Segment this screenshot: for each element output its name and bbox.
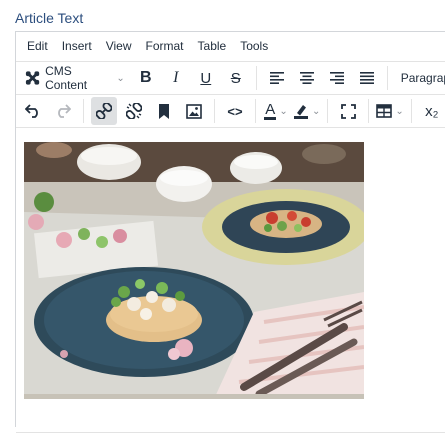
toolbar-separator <box>255 99 256 123</box>
chevron-down-icon: ⌄ <box>116 72 125 84</box>
highlight-color-button[interactable]: ⌄ <box>293 97 320 125</box>
highlighter-icon <box>294 105 308 119</box>
font-color-icon: A <box>264 100 277 120</box>
menubar: Edit Insert View Format Table Tools <box>16 32 445 62</box>
menu-view[interactable]: View <box>99 32 139 61</box>
table-button[interactable]: ⌄ <box>376 97 404 125</box>
cms-content-label: CMS Content <box>45 64 88 92</box>
align-justify-icon <box>359 72 374 84</box>
undo-icon <box>25 104 38 118</box>
redo-icon <box>58 104 71 118</box>
strikethrough-icon: S <box>230 69 241 87</box>
italic-icon: I <box>173 69 179 86</box>
menu-tools[interactable]: Tools <box>233 32 275 61</box>
menu-format[interactable]: Format <box>139 32 191 61</box>
joomla-icon <box>25 71 40 85</box>
underline-button[interactable]: U <box>193 64 219 92</box>
fullscreen-button[interactable] <box>335 97 361 125</box>
cms-content-button[interactable]: CMS Content ⌄ <box>20 64 129 92</box>
table-icon <box>376 104 393 118</box>
undo-button[interactable] <box>20 97 46 125</box>
block-format-label: Paragraph <box>400 71 445 85</box>
toolbar-separator <box>214 99 215 123</box>
menu-table[interactable]: Table <box>191 32 234 61</box>
toolbar-primary: CMS Content ⌄ B I U S Paragraph <box>16 62 445 95</box>
editor-content-image[interactable] <box>24 142 364 399</box>
align-justify-button[interactable] <box>354 64 380 92</box>
subscript-button[interactable]: x₂ <box>419 97 445 125</box>
image-icon <box>186 103 202 119</box>
chevron-down-icon: ⌄ <box>312 105 321 117</box>
toolbar-separator <box>83 99 84 123</box>
toolbar-separator <box>368 99 370 123</box>
chevron-down-icon: ⌄ <box>395 105 404 117</box>
bold-icon: B <box>140 69 152 86</box>
align-right-icon <box>329 72 344 84</box>
field-label: Article Text <box>15 10 84 26</box>
strikethrough-button[interactable]: S <box>223 64 249 92</box>
align-left-button[interactable] <box>264 64 290 92</box>
toolbar-separator <box>255 66 257 90</box>
code-icon: <> <box>227 103 243 119</box>
fullscreen-icon <box>340 103 356 119</box>
toolbar-separator <box>410 99 412 123</box>
subscript-icon: x₂ <box>425 102 439 120</box>
rich-text-editor: Edit Insert View Format Table Tools CMS … <box>15 31 445 433</box>
align-right-button[interactable] <box>324 64 350 92</box>
redo-button[interactable] <box>50 97 76 125</box>
link-button[interactable] <box>91 97 117 125</box>
toolbar-separator <box>327 99 329 123</box>
italic-button[interactable]: I <box>163 64 189 92</box>
underline-icon: U <box>200 69 212 87</box>
toolbar-separator <box>386 66 388 90</box>
insert-image-button[interactable] <box>181 97 207 125</box>
toolbar-secondary: <> A ⌄ ⌄ ⌄ x₂ <box>16 95 445 128</box>
link-icon <box>96 103 112 119</box>
bookmark-icon <box>159 103 169 119</box>
source-code-button[interactable]: <> <box>222 97 248 125</box>
font-color-button[interactable]: A ⌄ <box>263 97 289 125</box>
align-center-icon <box>299 72 314 84</box>
align-center-button[interactable] <box>294 64 320 92</box>
unlink-button[interactable] <box>121 97 147 125</box>
menu-edit[interactable]: Edit <box>20 32 55 61</box>
bookmark-button[interactable] <box>151 97 177 125</box>
bold-button[interactable]: B <box>133 64 159 92</box>
chevron-down-icon: ⌄ <box>279 105 288 117</box>
unlink-icon <box>126 103 142 119</box>
align-left-icon <box>269 72 284 84</box>
food-photo <box>24 142 364 399</box>
block-format-select[interactable]: Paragraph <box>395 64 445 92</box>
menu-insert[interactable]: Insert <box>55 32 99 61</box>
